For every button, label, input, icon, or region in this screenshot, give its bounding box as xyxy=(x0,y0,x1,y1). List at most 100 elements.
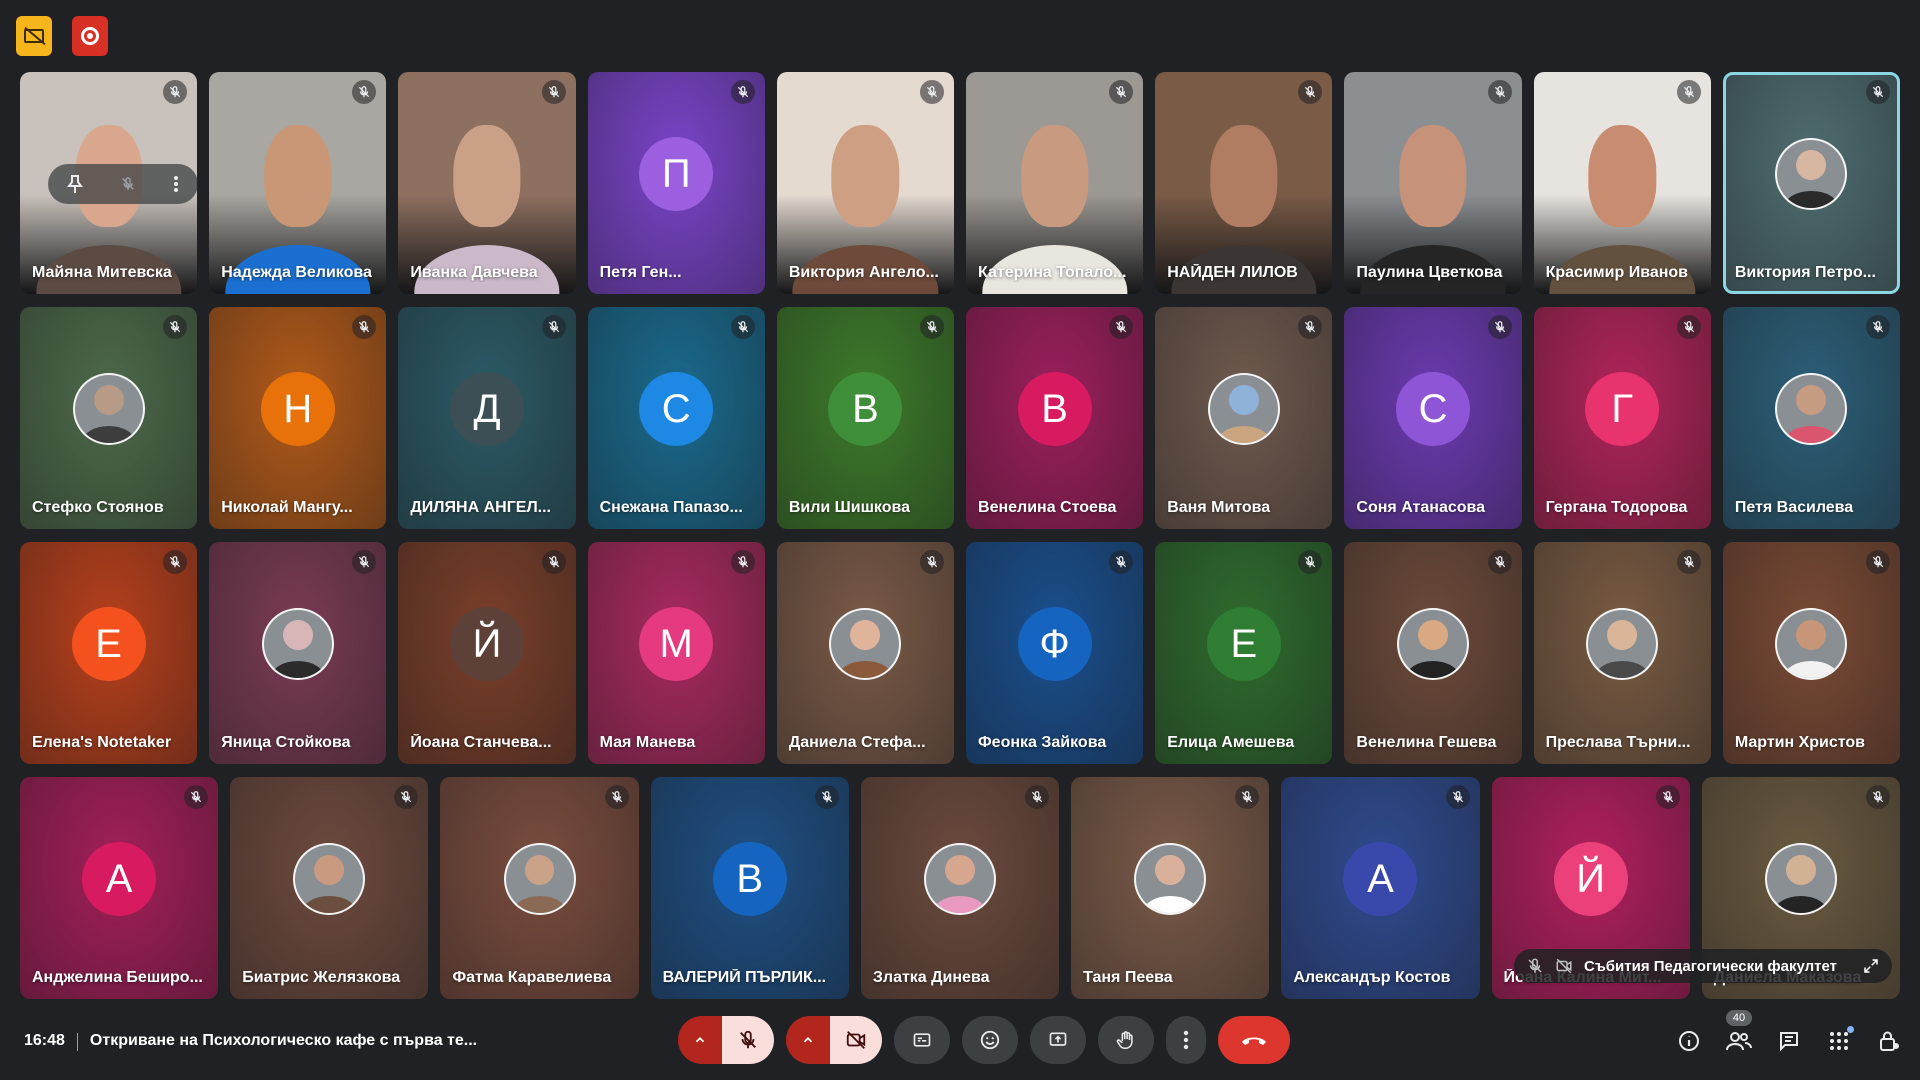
mic-off-icon xyxy=(170,556,181,568)
participant-tile[interactable]: Иванка Давчева xyxy=(398,72,576,294)
participant-avatar-photo xyxy=(1775,373,1848,446)
participant-video-face xyxy=(264,125,332,228)
participant-avatar-photo xyxy=(1134,843,1207,916)
participant-tile[interactable]: Биатрис Желязкова xyxy=(230,777,429,999)
participant-tile[interactable]: В Венелина Стоева xyxy=(966,307,1144,529)
mic-off-icon xyxy=(611,791,622,803)
participant-tile[interactable]: Д ДИЛЯНА АНГЕЛ... xyxy=(398,307,576,529)
participant-tile[interactable]: Стефко Стоянов xyxy=(20,307,198,529)
mic-toggle-button[interactable] xyxy=(722,1016,774,1064)
participant-tile[interactable]: Паулина Цветкова xyxy=(1344,72,1522,294)
participant-tile[interactable]: С Снежана Папазо... xyxy=(587,307,765,529)
chat-button[interactable] xyxy=(1776,1028,1802,1054)
participant-name: Биатрис Желязкова xyxy=(242,969,401,986)
participant-avatar-photo xyxy=(1586,608,1659,681)
meeting-info[interactable]: 16:48 Откриване на Психологическо кафе с… xyxy=(24,1032,477,1051)
present-screen-icon xyxy=(1049,1032,1067,1046)
meeting-details-button[interactable] xyxy=(1676,1028,1702,1054)
participant-name: Николай Мангу... xyxy=(221,499,353,516)
participant-tile[interactable]: Венелина Гешева xyxy=(1344,542,1522,764)
participant-avatar-initial: М xyxy=(639,607,714,682)
participant-tile[interactable]: Й Йоана Станчева... xyxy=(398,542,576,764)
activities-button[interactable] xyxy=(1826,1026,1854,1054)
muted-indicator xyxy=(1866,550,1891,574)
participant-avatar-photo xyxy=(1775,138,1848,211)
participant-name: Иванка Давчева xyxy=(410,264,538,281)
emoji-icon xyxy=(980,1030,1000,1050)
reactions-button[interactable] xyxy=(962,1016,1018,1064)
participant-tile[interactable]: В Вили Шишкова xyxy=(776,307,955,529)
pinned-presenter-bar[interactable]: Събития Педагогически факултет xyxy=(1514,949,1892,983)
participant-avatar-initial: С xyxy=(639,372,714,447)
present-screen-button[interactable] xyxy=(1030,1016,1086,1064)
tile-hover-controls xyxy=(48,164,198,204)
participant-name: Елица Амешева xyxy=(1167,734,1295,751)
participant-avatar-initial: А xyxy=(82,842,157,917)
participant-tile[interactable]: Г Гергана Тодорова xyxy=(1533,307,1711,529)
participant-tile[interactable]: Златка Динева xyxy=(860,777,1060,999)
participant-tile[interactable]: Ф Феонка Зайкова xyxy=(966,542,1144,764)
participant-avatar-photo xyxy=(829,608,902,681)
participant-tile[interactable]: Петя Василева xyxy=(1722,307,1901,529)
participant-name: Венелина Гешева xyxy=(1356,734,1497,751)
raise-hand-button[interactable] xyxy=(1098,1016,1154,1064)
more-options-button[interactable] xyxy=(1166,1016,1206,1064)
participant-tile[interactable]: С Соня Атанасова xyxy=(1344,307,1522,529)
participant-tile[interactable]: Красимир Иванов xyxy=(1533,72,1711,294)
audio-options-button[interactable] xyxy=(678,1016,722,1064)
mic-off-icon xyxy=(926,86,938,98)
mic-off-icon[interactable] xyxy=(120,176,136,192)
video-options-button[interactable] xyxy=(786,1016,830,1064)
mic-off-icon xyxy=(1683,321,1694,333)
people-button[interactable]: 40 xyxy=(1726,1010,1752,1054)
participant-name: Фатма Каравелиева xyxy=(452,969,612,986)
more-vert-icon[interactable] xyxy=(173,175,179,193)
host-controls-button[interactable] xyxy=(1876,1028,1902,1054)
participant-avatar-initial: В xyxy=(1017,372,1092,447)
mic-off-icon xyxy=(1452,791,1463,803)
participant-tile[interactable]: В ВАЛЕРИЙ ПЪРЛИК... xyxy=(650,777,849,999)
participant-tile[interactable]: Мартин Христов xyxy=(1722,542,1901,764)
camera-toggle-button[interactable] xyxy=(830,1016,882,1064)
participant-tile[interactable]: Фатма Каравелиева xyxy=(440,777,639,999)
participant-tile[interactable]: Майяна Митевска xyxy=(20,72,198,294)
participant-tile[interactable]: Катерина Топало... xyxy=(966,72,1144,294)
mic-off-icon xyxy=(821,791,832,803)
participant-row: Майяна Митевска Надежда Великова Иванка Да… xyxy=(20,72,1901,294)
participant-tile[interactable]: П Петя Ген... xyxy=(587,72,765,294)
muted-indicator xyxy=(1866,315,1891,339)
participant-tile[interactable]: Е Елена's Notetaker xyxy=(20,542,198,764)
muted-indicator xyxy=(163,315,188,339)
participant-name: Яница Стойкова xyxy=(221,734,351,751)
muted-indicator xyxy=(1676,550,1701,574)
participant-name: Стефко Стоянов xyxy=(32,499,164,516)
participant-tile[interactable]: Преслава Търни... xyxy=(1533,542,1711,764)
participant-tile[interactable]: Яница Стойкова xyxy=(209,542,387,764)
participant-tile[interactable]: Н Николай Мангу... xyxy=(209,307,387,529)
participant-tile[interactable]: А Александър Костов xyxy=(1281,777,1480,999)
leave-call-button[interactable] xyxy=(1218,1016,1290,1064)
divider xyxy=(76,1033,78,1051)
participant-tile[interactable]: НАЙДЕН ЛИЛОВ xyxy=(1155,72,1333,294)
captions-button[interactable] xyxy=(894,1016,950,1064)
participant-tile[interactable]: Ваня Митова xyxy=(1155,307,1333,529)
participant-tile[interactable]: Е Елица Амешева xyxy=(1155,542,1333,764)
participant-tile[interactable]: М Мая Манева xyxy=(587,542,765,764)
participant-tile[interactable]: Надежда Великова xyxy=(209,72,387,294)
participant-tile[interactable]: Даниела Стефа... xyxy=(776,542,955,764)
call-controls xyxy=(678,1016,1290,1064)
participant-tile[interactable]: А Анджелина Беширо... xyxy=(20,777,219,999)
pin-icon[interactable] xyxy=(66,175,83,193)
participant-tile[interactable]: Виктория Петро... xyxy=(1722,72,1901,294)
participant-tile[interactable]: Виктория Ангело... xyxy=(776,72,955,294)
muted-indicator xyxy=(1298,80,1323,104)
participant-tile[interactable]: Таня Пеева xyxy=(1071,777,1270,999)
participant-name: Виктория Ангело... xyxy=(788,264,939,281)
mic-off-icon xyxy=(1116,321,1127,333)
mic-off-icon xyxy=(359,321,370,333)
mic-off-icon xyxy=(1494,86,1505,98)
muted-indicator xyxy=(730,80,755,104)
participant-name: Преслава Търни... xyxy=(1545,734,1691,751)
expand-icon[interactable] xyxy=(1862,957,1880,975)
participant-name: Катерина Топало... xyxy=(978,264,1127,281)
